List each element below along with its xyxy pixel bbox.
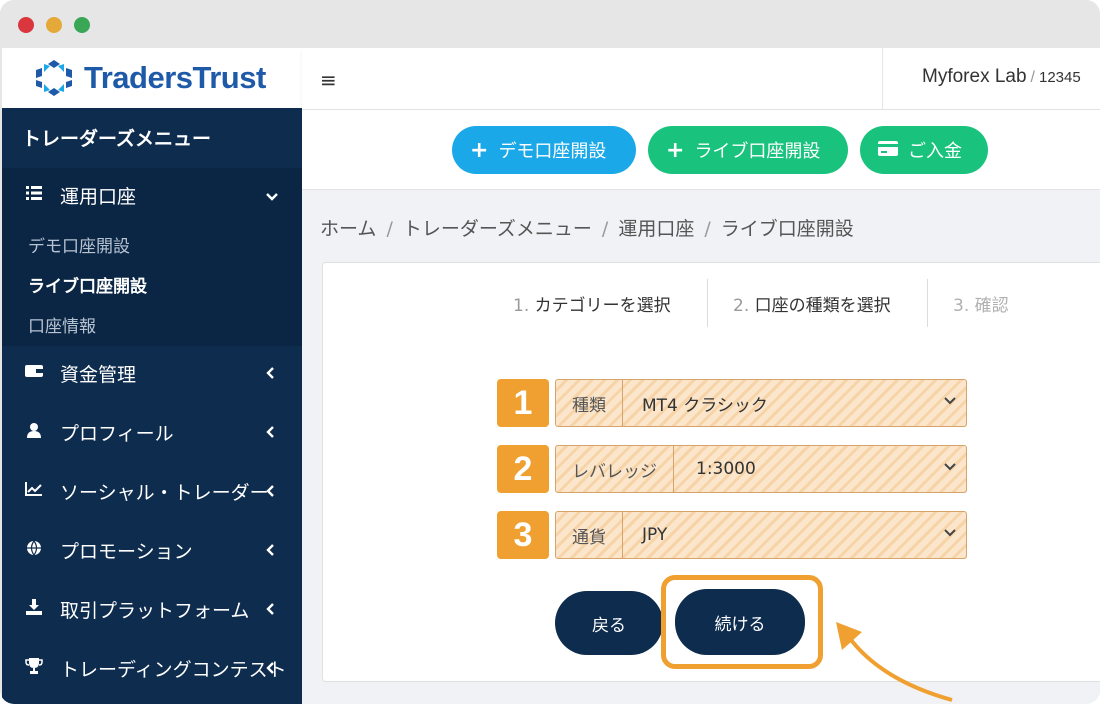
credit-card-icon <box>878 140 898 160</box>
chevron-down-icon <box>266 186 278 205</box>
field-label: 通貨 <box>556 512 623 558</box>
browser-window: TradersTrust ≡ Myforex Lab/12345 トレーダーズメ… <box>0 0 1100 704</box>
sidebar-item-promotion[interactable]: プロモーション <box>2 523 302 577</box>
chevron-left-icon <box>266 423 274 442</box>
plus-icon: + <box>666 137 685 163</box>
user-icon <box>24 422 44 443</box>
button-label: デモ口座開設 <box>498 141 607 162</box>
sidebar-title: トレーダーズメニュー <box>22 128 212 150</box>
button-label: ライブ口座開設 <box>694 141 821 162</box>
chevron-left-icon <box>266 541 274 560</box>
button-label: ご入金 <box>908 141 962 162</box>
account-type-select[interactable]: 種類 MT4 クラシック <box>555 379 967 427</box>
sidebar-item-label: プロモーション <box>60 540 193 563</box>
deposit-button[interactable]: ご入金 <box>860 126 988 174</box>
hamburger-menu-icon[interactable]: ≡ <box>320 68 337 92</box>
chart-icon <box>24 481 44 501</box>
sidebar-item-label: ソーシャル・トレーダー <box>60 481 269 504</box>
breadcrumb-home[interactable]: ホーム <box>320 218 376 240</box>
currency-select[interactable]: 通貨 JPY <box>555 511 967 559</box>
sidebar-item-label: 運用口座 <box>60 185 137 208</box>
sidebar: トレーダーズメニュー 運用口座 デモ口座開設 ライブ口座開設 口座情報 資金管理 <box>2 108 302 704</box>
topbar-divider <box>882 48 883 110</box>
field-label: 種類 <box>556 380 623 426</box>
sidebar-item-trading-platform[interactable]: 取引プラットフォーム <box>2 582 302 636</box>
step-divider <box>707 279 708 327</box>
account-separator: / <box>1030 69 1035 86</box>
account-info[interactable]: Myforex Lab/12345 <box>922 66 1081 88</box>
sidebar-item-label: トレーディングコンテスト <box>60 658 287 681</box>
chevron-left-icon <box>266 659 274 678</box>
sidebar-item-accounts[interactable]: 運用口座 <box>2 168 302 222</box>
chevron-left-icon <box>266 600 274 619</box>
field-value: 1:3000 <box>696 459 756 479</box>
account-form-card: 1. カテゴリーを選択 2. 口座の種類を選択 3. 確認 1 種類 MT4 ク… <box>322 262 1100 682</box>
list-icon <box>24 185 44 205</box>
step-badge-1: 1 <box>497 379 549 427</box>
submenu-item-account-info[interactable]: 口座情報 <box>28 312 96 337</box>
step-1: 1. カテゴリーを選択 <box>513 296 671 316</box>
back-button[interactable]: 戻る <box>555 591 663 655</box>
step-badge-2: 2 <box>497 445 549 493</box>
logo-text: TradersTrust <box>84 60 266 95</box>
wallet-icon <box>24 363 44 383</box>
step-badge-3: 3 <box>497 511 549 559</box>
open-live-account-button[interactable]: + ライブ口座開設 <box>648 126 848 174</box>
traderstrust-logo-icon <box>36 60 72 96</box>
sidebar-item-trading-contest[interactable]: トレーディングコンテスト <box>2 641 302 695</box>
sidebar-item-funds[interactable]: 資金管理 <box>2 346 302 400</box>
chevron-left-icon <box>266 364 274 383</box>
submenu-item-demo-account[interactable]: デモ口座開設 <box>28 232 130 257</box>
main-content: + デモ口座開設 + ライブ口座開設 ご入金 ホーム / トレーダーズメニュー / 運用… <box>302 110 1100 704</box>
close-window-button[interactable] <box>18 17 34 33</box>
globe-icon <box>24 540 44 561</box>
open-demo-account-button[interactable]: + デモ口座開設 <box>452 126 636 174</box>
breadcrumb-traders-menu[interactable]: トレーダーズメニュー <box>403 218 592 240</box>
account-name: Myforex Lab <box>922 66 1027 87</box>
continue-button[interactable]: 続ける <box>675 589 805 655</box>
sidebar-item-social-trader[interactable]: ソーシャル・トレーダー <box>2 464 302 518</box>
action-bar: + デモ口座開設 + ライブ口座開設 ご入金 <box>302 110 1100 190</box>
plus-icon: + <box>470 137 489 163</box>
download-icon <box>24 598 44 620</box>
breadcrumb: ホーム / トレーダーズメニュー / 運用口座 / ライブ口座開設 <box>320 218 854 240</box>
submenu-item-live-account[interactable]: ライブ口座開設 <box>28 272 147 297</box>
trophy-icon <box>24 657 44 679</box>
sidebar-item-label: 取引プラットフォーム <box>60 599 250 622</box>
leverage-select[interactable]: レバレッジ 1:3000 <box>555 445 967 493</box>
field-value: MT4 クラシック <box>642 395 768 416</box>
step-3: 3. 確認 <box>953 296 1009 316</box>
breadcrumb-accounts[interactable]: 運用口座 <box>618 218 694 240</box>
sidebar-item-label: プロフィール <box>60 422 174 445</box>
field-value: JPY <box>642 525 668 545</box>
sidebar-item-label: 資金管理 <box>60 363 137 386</box>
step-divider <box>927 279 928 327</box>
title-bar <box>0 0 1100 48</box>
minimize-window-button[interactable] <box>46 17 62 33</box>
chevron-down-icon <box>944 459 956 475</box>
maximize-window-button[interactable] <box>74 17 90 33</box>
accounts-submenu: デモ口座開設 ライブ口座開設 口座情報 <box>2 222 302 346</box>
top-bar: ≡ Myforex Lab/12345 <box>302 48 1100 110</box>
sidebar-item-profile[interactable]: プロフィール <box>2 405 302 459</box>
breadcrumb-current: ライブ口座開設 <box>720 218 854 240</box>
logo[interactable]: TradersTrust <box>2 48 302 108</box>
account-number: 12345 <box>1039 69 1081 86</box>
field-label: レバレッジ <box>556 446 674 492</box>
chevron-down-icon <box>944 525 956 541</box>
step-2: 2. 口座の種類を選択 <box>733 296 891 316</box>
chevron-down-icon <box>944 393 956 409</box>
chevron-left-icon <box>266 482 274 501</box>
